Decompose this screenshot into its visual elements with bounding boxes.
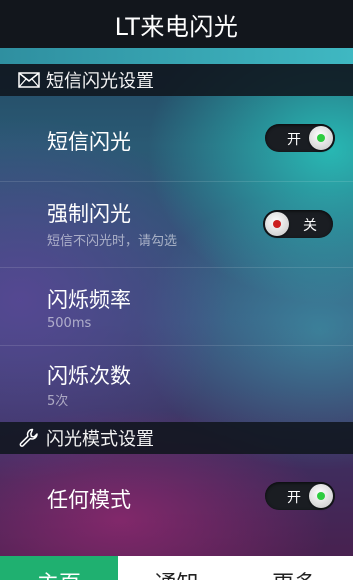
tab-label-more: 更多: [235, 566, 353, 580]
setting-value-flash-frequency: 500ms: [47, 316, 92, 331]
toggle-text: 关: [303, 218, 317, 234]
setting-row-force-flash[interactable]: 强制闪光 短信不闪光时，请勾选 关: [0, 182, 353, 268]
setting-label-flash-frequency: 闪烁频率: [47, 288, 131, 312]
setting-row-flash-frequency[interactable]: 闪烁频率 500ms: [0, 268, 353, 346]
tab-label-notifications: 通知: [118, 566, 236, 580]
setting-row-sms-flash[interactable]: 短信闪光 开: [0, 96, 353, 182]
toggle-on-indicator: [317, 134, 325, 142]
toggle-knob: [309, 484, 333, 508]
setting-label-force-flash: 强制闪光: [47, 202, 131, 226]
toggle-knob: [309, 126, 333, 150]
tab-label-home: 主页: [0, 566, 118, 580]
accent-strip: [0, 48, 353, 64]
bottom-tab-bar: 主页 通知 更多: [0, 556, 353, 580]
toggle-on-indicator: [317, 492, 325, 500]
toggle-text: 开: [287, 132, 301, 148]
setting-hint-force-flash: 短信不闪光时，请勾选: [47, 234, 178, 249]
app-screen: LT来电闪光 短信闪光设置 短信闪光 开 强制闪光 短信不闪光时，请勾选 关 闪…: [0, 0, 353, 580]
toggle-off-indicator: [273, 220, 281, 228]
setting-label-sms-flash: 短信闪光: [47, 130, 131, 154]
section-header-sms: 短信闪光设置: [0, 64, 353, 96]
app-title: LT来电闪光: [114, 12, 239, 41]
tab-more[interactable]: 更多: [235, 556, 353, 580]
wrench-icon: [18, 428, 40, 447]
setting-label-flash-count: 闪烁次数: [47, 364, 131, 388]
envelope-icon: [18, 71, 40, 89]
toggle-knob: [265, 212, 289, 236]
force-flash-toggle[interactable]: 关: [263, 210, 333, 238]
section-title-sms: 短信闪光设置: [46, 71, 154, 92]
section-header-mode: 闪光模式设置: [0, 422, 353, 454]
title-bar: LT来电闪光: [0, 0, 353, 48]
toggle-text: 开: [287, 490, 301, 506]
setting-row-any-mode[interactable]: 任何模式 开: [0, 454, 353, 542]
setting-value-flash-count: 5次: [47, 394, 69, 409]
setting-row-flash-count[interactable]: 闪烁次数 5次: [0, 346, 353, 422]
any-mode-toggle[interactable]: 开: [265, 482, 335, 510]
tab-home[interactable]: 主页: [0, 556, 118, 580]
section-title-mode: 闪光模式设置: [46, 429, 154, 450]
tab-notifications[interactable]: 通知: [117, 556, 236, 580]
setting-label-any-mode: 任何模式: [47, 488, 131, 512]
sms-flash-toggle[interactable]: 开: [265, 124, 335, 152]
